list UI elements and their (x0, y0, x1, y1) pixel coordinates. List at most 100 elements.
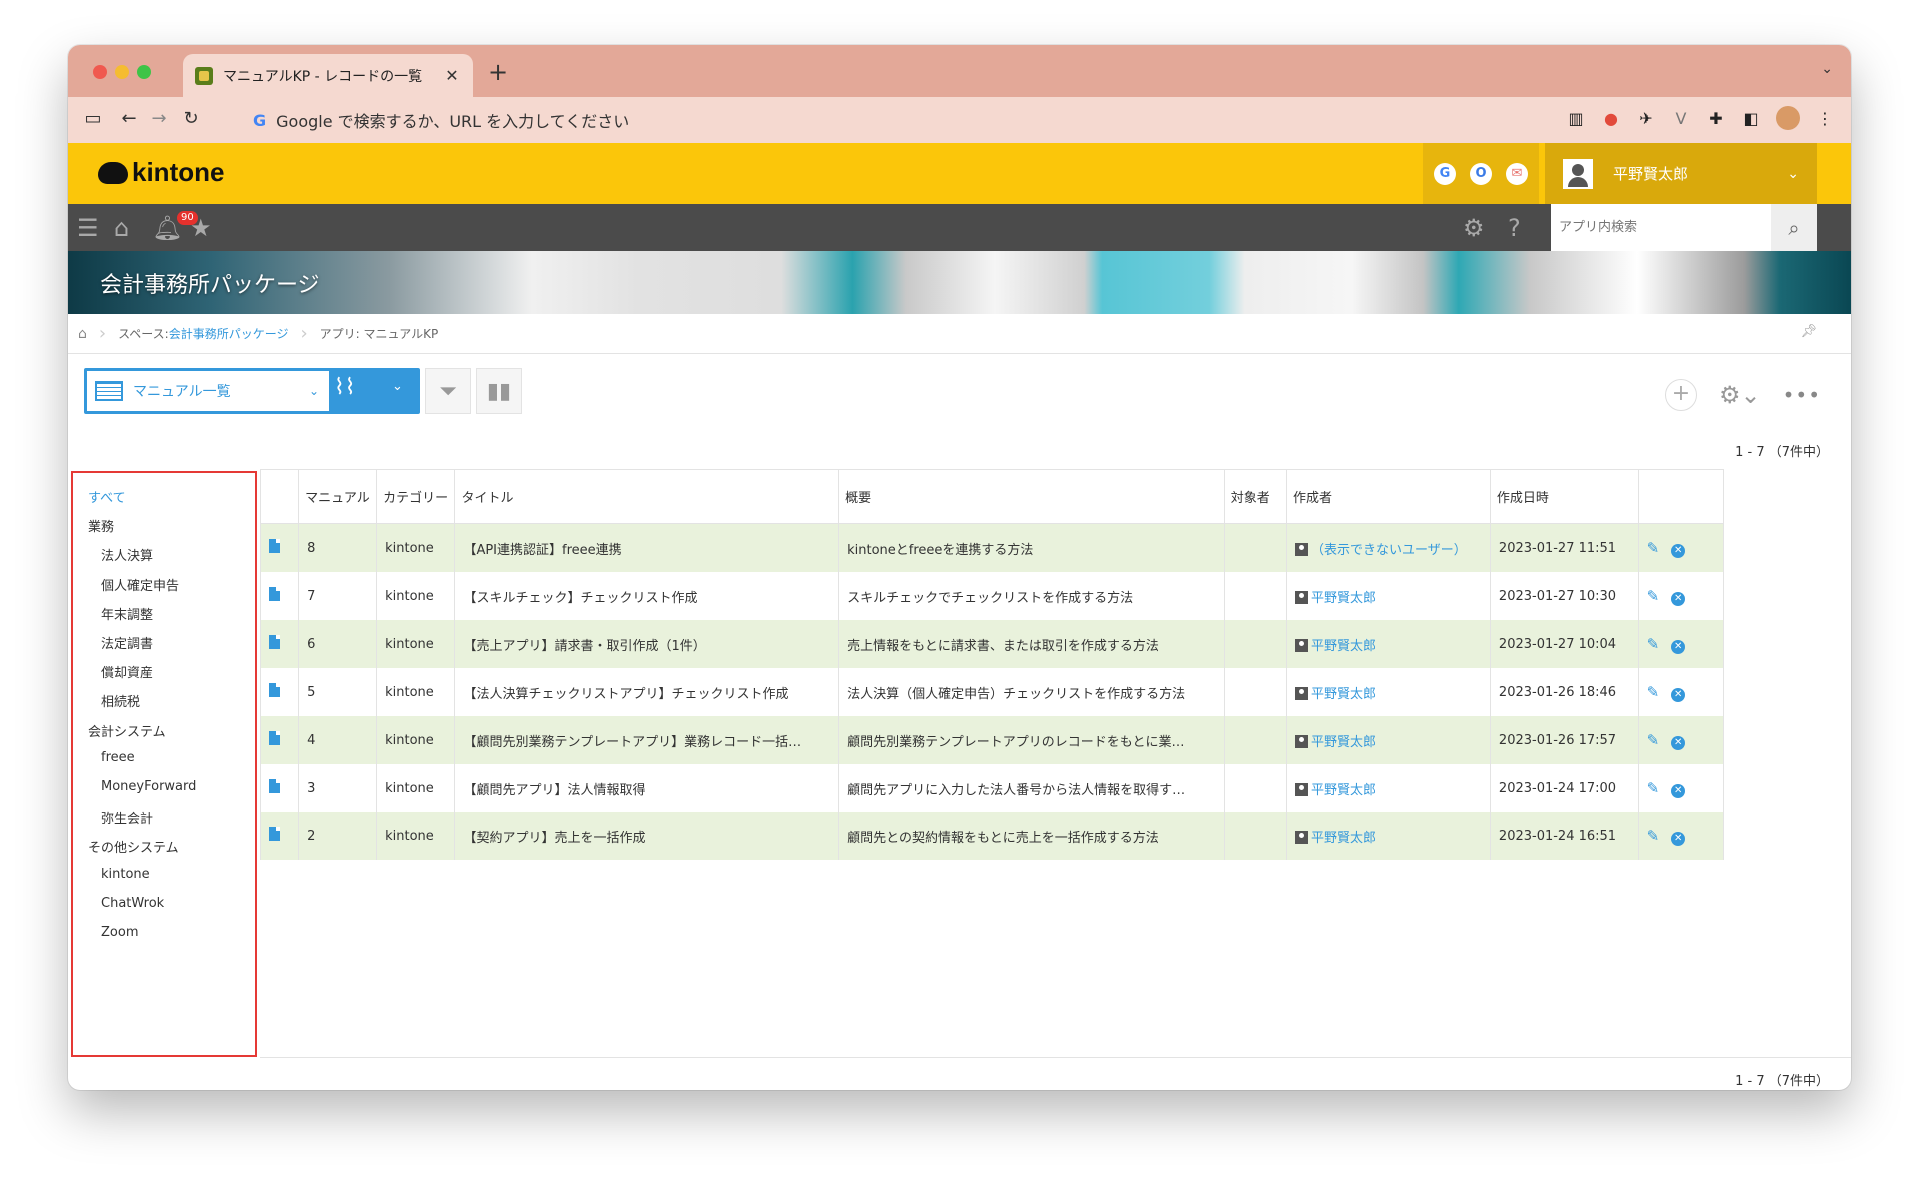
category-item[interactable]: すべて (88, 487, 126, 506)
category-item[interactable]: 業務 (88, 516, 114, 535)
record-detail-icon[interactable] (269, 827, 280, 841)
author-link[interactable]: 平野賢太郎 (1311, 735, 1376, 750)
profile-avatar[interactable] (1776, 106, 1800, 130)
chrome-extension-icon[interactable]: ● (1601, 108, 1621, 128)
author-link[interactable]: 平野賢太郎 (1311, 591, 1376, 606)
delete-icon[interactable]: ✕ (1671, 735, 1686, 750)
delete-icon[interactable]: ✕ (1671, 831, 1686, 846)
category-item[interactable]: Zoom (101, 925, 138, 940)
category-item[interactable]: MoneyForward (101, 779, 196, 794)
breadcrumb-home-icon[interactable]: ⌂ (78, 326, 87, 342)
record-detail-icon[interactable] (269, 587, 280, 601)
table-row[interactable]: 6 kintone 【売上アプリ】請求書・取引作成（1件） 売上情報をもとに請求書、ま… (259, 620, 1725, 668)
category-item[interactable]: 個人確定申告 (101, 575, 179, 594)
app-settings-gear-icon[interactable]: ⚙⌄ (1719, 381, 1761, 409)
mail-service-icon[interactable]: ✉ (1506, 162, 1528, 185)
author-link[interactable]: 平野賢太郎 (1311, 639, 1376, 654)
delete-icon[interactable]: ✕ (1671, 783, 1686, 798)
minimize-window-button[interactable] (115, 65, 129, 79)
breadcrumb-space-link[interactable]: 会計事務所パッケージ (169, 325, 289, 342)
record-detail-icon[interactable] (269, 731, 280, 745)
delete-icon[interactable]: ✕ (1671, 639, 1686, 654)
more-options-icon[interactable]: ••• (1783, 383, 1821, 407)
side-panel-icon[interactable]: ◧ (1741, 108, 1761, 128)
sidebar-toggle-icon[interactable]: ▭ (82, 108, 104, 129)
view-selector[interactable]: マニュアル一覧 ⌄ ⌇⌇ ⌄ (84, 368, 420, 414)
category-item[interactable]: その他システム (88, 837, 179, 856)
column-header[interactable]: 作成日時 (1489, 469, 1639, 524)
record-detail-icon[interactable] (269, 635, 280, 649)
author-link[interactable]: 平野賢太郎 (1311, 831, 1376, 846)
record-detail-cell[interactable] (259, 620, 300, 668)
search-icon[interactable]: ⌕ (1771, 204, 1817, 251)
edit-pencil-icon[interactable]: ✎ (1647, 539, 1660, 557)
delete-icon[interactable]: ✕ (1671, 591, 1686, 606)
close-window-button[interactable] (93, 65, 107, 79)
google-service-icon[interactable]: G (1434, 162, 1456, 185)
add-record-button[interactable]: + (1664, 379, 1697, 411)
column-header[interactable]: タイトル (454, 469, 840, 524)
maximize-window-button[interactable] (137, 65, 151, 79)
record-detail-cell[interactable] (259, 764, 300, 812)
reading-mode-icon[interactable]: ▥ (1566, 108, 1586, 128)
address-bar[interactable]: G Google で検索するか、URL を入力してください (253, 103, 1253, 137)
kintone-logo[interactable]: kintone (98, 157, 224, 188)
category-item[interactable]: kintone (101, 867, 150, 882)
record-detail-cell[interactable] (259, 572, 300, 620)
category-item[interactable]: 法人決算 (101, 545, 153, 564)
space-title[interactable]: 会計事務所パッケージ (100, 267, 320, 299)
column-header[interactable]: マニュアル (298, 469, 378, 524)
table-row[interactable]: 2 kintone 【契約アプリ】売上を一括作成 顧問先との契約情報をもとに売上を一括… (259, 812, 1725, 860)
view-dropdown[interactable]: マニュアル一覧 ⌄ (87, 371, 329, 411)
help-icon[interactable]: ? (1508, 214, 1521, 242)
category-item[interactable]: 会計システム (88, 721, 166, 740)
user-menu[interactable]: 平野賢太郎 ⌄ (1545, 143, 1817, 204)
graph-icon[interactable]: ⌇⌇ (334, 375, 355, 400)
table-row[interactable]: 5 kintone 【法人決算チェックリストアプリ】チェックリスト作成 法人決算（個人… (259, 668, 1725, 716)
category-item[interactable]: 弥生会計 (101, 808, 153, 827)
author-link[interactable]: 平野賢太郎 (1311, 687, 1376, 702)
tab-search-chevron-icon[interactable]: ⌄ (1821, 61, 1833, 77)
browser-tab[interactable]: マニュアルKP - レコードの一覧 ✕ (183, 54, 473, 97)
record-detail-cell[interactable] (259, 716, 300, 764)
tab-close-icon[interactable]: ✕ (443, 66, 461, 85)
breadcrumb-app[interactable]: アプリ: マニュアルKP (320, 325, 439, 342)
pin-icon[interactable]: 📌︎ (1800, 324, 1817, 339)
puzzle-icon[interactable]: ✚ (1706, 108, 1726, 128)
star-icon[interactable]: ★ (190, 214, 212, 242)
back-arrow-icon[interactable]: ← (118, 108, 140, 129)
record-detail-icon[interactable] (269, 539, 280, 553)
table-row[interactable]: 3 kintone 【顧問先アプリ】法人情報取得 顧問先アプリに入力した法人番号から法… (259, 764, 1725, 812)
v-extension-icon[interactable]: V (1671, 108, 1691, 128)
browser-menu-icon[interactable]: ⋮ (1815, 108, 1835, 128)
author-link[interactable]: 平野賢太郎 (1311, 783, 1376, 798)
column-header[interactable]: 作成者 (1286, 469, 1491, 524)
category-item[interactable]: 償却資産 (101, 662, 153, 681)
category-item[interactable]: 相続税 (101, 691, 140, 710)
gear-icon[interactable]: ⚙ (1463, 214, 1485, 242)
new-tab-button[interactable]: + (488, 58, 508, 86)
record-detail-icon[interactable] (269, 779, 280, 793)
app-search-input[interactable] (1551, 211, 1771, 244)
delete-icon[interactable]: ✕ (1671, 687, 1686, 702)
table-row[interactable]: 4 kintone 【顧問先別業務テンプレートアプリ】業務レコード一括… 顧問先別業務… (259, 716, 1725, 764)
column-header[interactable]: 対象者 (1223, 469, 1288, 524)
reload-icon[interactable]: ↻ (180, 108, 202, 129)
chevron-down-icon[interactable]: ⌄ (392, 379, 403, 394)
category-item[interactable]: ChatWrok (101, 896, 164, 911)
record-detail-cell[interactable] (259, 668, 300, 716)
edit-pencil-icon[interactable]: ✎ (1647, 635, 1660, 653)
category-item[interactable]: freee (101, 750, 135, 765)
delete-icon[interactable]: ✕ (1671, 543, 1686, 558)
table-row[interactable]: 7 kintone 【スキルチェック】チェックリスト作成 スキルチェックでチェックリス… (259, 572, 1725, 620)
column-header[interactable]: カテゴリー (376, 469, 456, 524)
record-detail-cell[interactable] (259, 523, 300, 572)
category-item[interactable]: 年末調整 (101, 604, 153, 623)
chart-button[interactable]: ▮▮ (476, 368, 522, 414)
table-row[interactable]: 8 kintone 【API連携認証】freee連携 kintoneとfreeeを連携… (259, 523, 1725, 572)
author-link[interactable]: （表示できないユーザー） (1311, 543, 1467, 558)
category-item[interactable]: 法定調書 (101, 633, 153, 652)
forward-arrow-icon[interactable]: → (148, 108, 170, 129)
send-extension-icon[interactable]: ✈ (1636, 108, 1656, 128)
office-service-icon[interactable]: O (1470, 162, 1492, 185)
